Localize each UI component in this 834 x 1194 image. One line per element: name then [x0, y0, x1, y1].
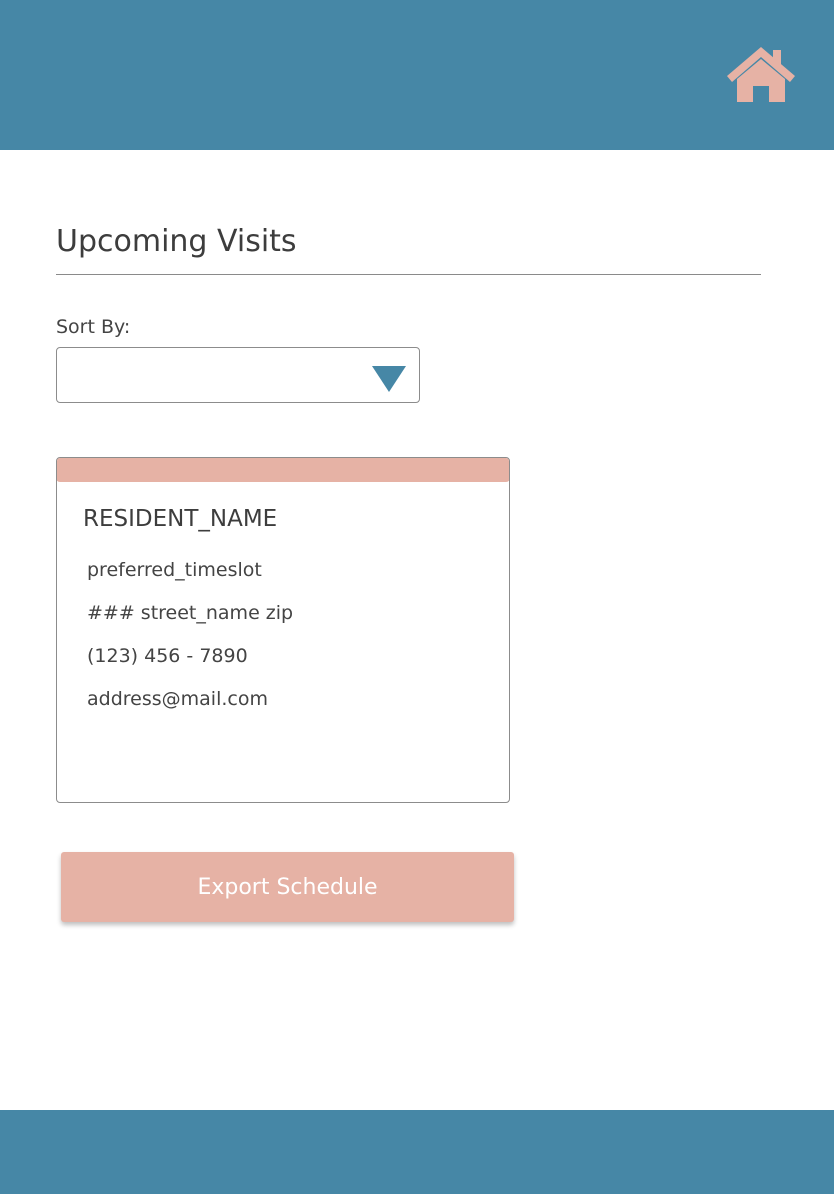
visit-card: RESIDENT_NAME preferred_timeslot ### str… [56, 457, 510, 803]
resident-name: RESIDENT_NAME [83, 506, 278, 532]
sort-by-dropdown[interactable] [56, 347, 420, 403]
export-schedule-button[interactable]: Export Schedule [61, 852, 514, 922]
sort-by-label: Sort By: [56, 316, 131, 338]
visit-card-header [57, 458, 509, 482]
resident-address: ### street_name zip [87, 602, 294, 624]
home-button[interactable] [724, 44, 798, 106]
resident-email: address@mail.com [87, 688, 268, 710]
bottom-bar [0, 1110, 834, 1194]
triangle-down-icon[interactable] [372, 366, 406, 392]
home-icon[interactable] [724, 44, 798, 106]
preferred-timeslot: preferred_timeslot [87, 559, 262, 581]
top-bar [0, 0, 834, 150]
title-divider [56, 274, 761, 275]
page-title: Upcoming Visits [56, 224, 297, 259]
resident-phone: (123) 456 - 7890 [87, 645, 248, 667]
page: Upcoming Visits Sort By: RESIDENT_NAME p… [0, 0, 834, 1194]
